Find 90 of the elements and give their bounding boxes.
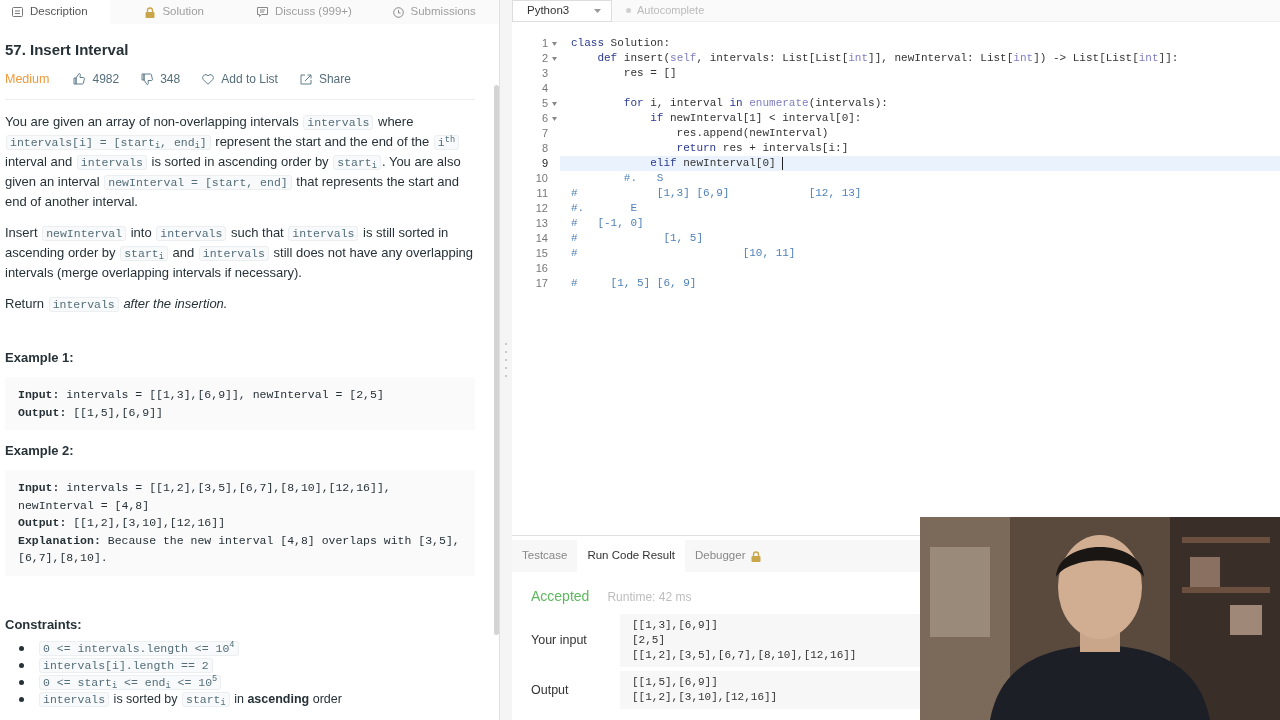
section-heading: Example 2: [5,442,75,460]
language-dropdown[interactable]: Python3 [512,0,612,22]
code-line: # [1, 5] [571,231,704,247]
code-line: if newInterval[1] < interval[0]: [649,111,862,127]
paragraph: Insert newInterval into intervals such that intervals is still sorted in ascending order by start$_{i}$ and intervals still does not have any overlapping intervals (merge overlapping intervals if necessary). [5,224,474,282]
example-line: Explanation: Because the new interval [4,8] overlaps with [3,5], [18,532,461,549]
fold-arrow-icon[interactable] [551,41,557,46]
output-line: [[1,3],[6,9]] [632,618,719,633]
output-line: [2,5] [632,633,666,648]
example-line: Input: intervals = [[1,3],[6,9]], newInterval = [2,5] [18,387,385,403]
field-label: Output [531,681,570,699]
chat-icon [256,7,268,17]
fold-arrow-icon[interactable] [551,116,557,121]
code-line: # [1, 5] [6, 9] [571,276,697,292]
caret-icon [594,8,601,13]
text-cursor [782,157,784,170]
line-number: 11 [536,186,548,202]
line-number: 5 [541,96,548,112]
line-number: 4 [541,81,548,97]
heart-icon [202,73,215,85]
line-number: 17 [535,276,548,292]
output-line: [[1,5],[6,9]] [632,675,719,690]
example-line: Input: intervals = [[1,2],[3,5],[6,7],[8,10],[12,16]], [18,480,392,496]
lock-icon [751,550,762,562]
fold-arrow-icon[interactable] [551,101,557,106]
problem-title: 57. Insert Interval [5,40,130,60]
line-number: 9 [541,156,548,172]
code-line: # [-1, 0] [571,216,644,232]
code-line: #. S [622,171,664,187]
code-line: #. E [571,201,637,217]
splitter-handle[interactable] [500,0,512,720]
line-number: 10 [535,171,548,187]
code-line: for i, interval in enumerate(intervals): [622,96,888,112]
share-icon [299,73,312,85]
line-number: 6 [541,111,548,127]
line-number: 14 [535,231,548,247]
code-line: def insert(self, intervals: List[List[int]], newInterval: List[int]) -> List[List[int]]: [596,51,1179,67]
share-button[interactable]: Share [299,70,351,88]
code-line: return res + intervals[i:] [675,141,849,157]
constraint-text: intervals is sorted by start$_{i}$ in ascending order [38,689,342,709]
tab[interactable]: Description [0,0,110,24]
output-line: [[1,2],[3,5],[6,7],[8,10],[12,16]] [632,648,858,663]
thumbs-up-icon [73,73,86,85]
line-number: 3 [541,66,548,82]
field-label: Your input [531,632,588,650]
bullet-icon [19,645,24,651]
example-line: [6,7],[8,10]. [18,550,109,566]
example-line: Output: [[1,2],[3,10],[12,16]] [18,515,227,531]
line-number: 15 [535,246,548,262]
like-button[interactable]: 4982 [73,70,120,88]
output-line: [[1,2],[3,10],[12,16]] [632,690,779,705]
code-line: res.append(newInterval) [675,126,829,142]
line-number: 2 [541,51,548,67]
clock-icon [392,6,404,18]
line-number: 12 [535,201,548,217]
bullet-icon [19,679,24,685]
section-heading: Constraints: [5,615,83,634]
paragraph: You are given an array of non-overlapping intervals intervals where intervals[i] = [start$_{i}$, end$_{i}$] represent the start and the end of the i$^{th}$ interval and intervals is sorted in ascending order by start$_{i}$ . You are also given an interval newInterval = [start, end] that represents the start and end of another interval. [5,113,462,211]
document-icon [12,7,23,17]
line-number: 16 [535,261,548,277]
line-number: 13 [535,216,548,232]
tab[interactable]: Run Code Result [577,540,685,572]
scrollbar[interactable] [494,85,499,635]
code-line: # [10, 11] [571,246,796,262]
status-text: Accepted [531,587,590,606]
constraint-text: 0 <= start$_{i}$ <= end$_{i}$ <= 10$^{5}$ [38,672,223,692]
runtime-text: Runtime: 42 ms [607,589,692,606]
paragraph: Return intervals after the insertion. [5,295,229,314]
line-number: 1 [541,36,548,52]
code-line: res = [] [622,66,677,82]
dislike-button[interactable]: 348 [141,70,181,88]
code-line: # [1,3] [6,9] [12, 13] [571,186,862,202]
code-line: class Solution: [571,36,671,52]
tab[interactable]: Testcase [512,540,578,572]
fold-arrow-icon[interactable] [551,56,557,61]
section-heading: Example 1: [5,349,75,367]
bullet-icon [19,696,24,702]
thumbs-down-icon [141,73,154,85]
constraint-text: 0 <= intervals.length <= 10$^{4}$ [38,638,240,658]
line-number: 8 [541,141,548,157]
add-to-list-button[interactable]: Add to List [202,70,278,88]
lock-icon [145,6,156,18]
example-line: newInterval = [4,8] [18,497,151,514]
line-number: 7 [541,126,548,142]
code-line: elif newInterval[0] [649,156,777,172]
difficulty-label: Medium [5,70,50,88]
constraint-text: intervals[i].length == 2 [38,655,214,675]
example-line: Output: [[1,5],[6,9]] [18,404,164,421]
bullet-icon [19,662,24,668]
tab[interactable]: Debugger [684,540,772,572]
